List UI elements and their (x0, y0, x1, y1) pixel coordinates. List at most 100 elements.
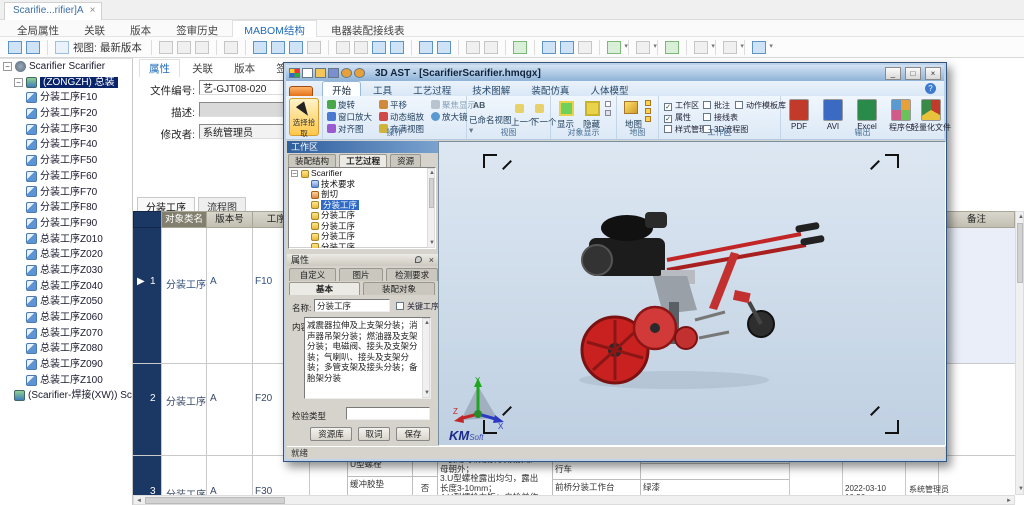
pdf-icon[interactable] (789, 99, 809, 121)
scroll-up-icon[interactable] (1016, 212, 1024, 222)
column-header-version[interactable]: 版本号 (206, 211, 253, 228)
select-pick-button[interactable]: 选择拾取 (289, 98, 319, 136)
folder-sync-icon[interactable] (665, 41, 679, 54)
tab-inspection-req[interactable]: 检测要求 (386, 268, 438, 281)
undo-icon[interactable] (341, 68, 352, 78)
tab-resources[interactable]: 资源 (390, 154, 421, 167)
tab-assembly-objects[interactable]: 装配对象 (363, 282, 435, 295)
tree-item[interactable]: 总装工序Z020 (0, 247, 132, 263)
check-annotations[interactable]: 批注 (703, 100, 730, 111)
key-process-checkbox[interactable]: 关键工序 (396, 301, 439, 312)
globe-menu-icon[interactable] (607, 41, 621, 54)
pin-icon[interactable] (415, 256, 422, 263)
cell-seq[interactable]: F10 (255, 276, 272, 287)
comment-icon[interactable] (484, 41, 498, 54)
tree-vertical-scrollbar[interactable] (427, 168, 435, 248)
tree-item[interactable]: 分装工序F90 (0, 216, 132, 232)
tab-relation[interactable]: 关联 (73, 21, 116, 38)
sync-icon[interactable] (8, 41, 22, 54)
tree-item[interactable]: 分装工序F70 (0, 185, 132, 201)
tab-wiring-table[interactable]: 电器装配接线表 (320, 21, 416, 38)
next-view-button[interactable] (535, 104, 546, 114)
show-all-icon[interactable] (605, 101, 611, 107)
new-doc-icon[interactable] (302, 68, 313, 78)
tree-item[interactable]: 总装工序Z080 (0, 341, 132, 357)
lightweight-file-icon[interactable] (921, 99, 941, 121)
chart-icon[interactable] (419, 41, 433, 54)
pick-word-button[interactable]: 取词 (358, 427, 390, 441)
scroll-down-icon[interactable] (1016, 484, 1024, 494)
redo-icon[interactable] (354, 68, 365, 78)
scroll-left-icon[interactable] (134, 496, 144, 505)
tab-assembly-structure[interactable]: 装配结构 (288, 154, 336, 167)
vertical-scrollbar[interactable] (1015, 211, 1024, 495)
wk-tree-item[interactable]: 分装工序 (289, 221, 435, 232)
help-icon[interactable]: ? (925, 83, 936, 94)
zoom-window-button[interactable]: 窗口放大 (327, 111, 372, 123)
tree-item-welding[interactable]: (Scarifier-焊接(XW)) Scari (0, 388, 132, 404)
tree-item[interactable]: 总装工序Z070 (0, 326, 132, 342)
dynamic-zoom-button[interactable]: 动态缩放 (379, 111, 424, 123)
tree-item[interactable]: 分装工序F40 (0, 137, 132, 153)
tab-process-flow[interactable]: 工艺过程 (339, 154, 387, 167)
duplicate-icon[interactable] (542, 41, 556, 54)
list-icon[interactable] (560, 41, 574, 54)
wk-tree-item[interactable]: 分装工序 (289, 210, 435, 221)
resource-lib-button[interactable]: 资源库 (310, 427, 352, 441)
cell-name[interactable]: 分装工序 (166, 276, 206, 291)
modifier-input[interactable] (199, 124, 285, 139)
layer-off-icon[interactable] (307, 41, 321, 54)
cell-version[interactable]: A (210, 276, 217, 287)
tree-item[interactable]: 总装工序Z060 (0, 310, 132, 326)
3d-viewport[interactable]: Y X Z KMSoft (438, 141, 946, 446)
document-tab[interactable]: Scarifie...rifier]A× (4, 2, 102, 20)
properties-panel-header[interactable]: 属性 × (287, 254, 438, 266)
check-action-template-lib[interactable]: 动作模板库 (735, 100, 786, 111)
collapse-icon[interactable]: − (3, 62, 12, 71)
tree-item[interactable]: 总装工序Z050 (0, 294, 132, 310)
add-node-icon[interactable] (513, 41, 527, 54)
program-package-icon[interactable] (891, 99, 911, 121)
arrow-down-icon[interactable] (390, 41, 404, 54)
arrow-up-icon[interactable] (372, 41, 386, 54)
view-doc-icon[interactable] (55, 41, 69, 54)
tiller-3d-model[interactable] (439, 142, 946, 446)
cell-equipment-1[interactable]: 行车 (552, 461, 641, 480)
tab-mabom-structure[interactable]: MABOM结构 (232, 20, 317, 37)
window-title-bar[interactable]: 3D AST - [ScarifierScarifier.hmqgx] _ □ … (286, 65, 944, 81)
inspection-type-input[interactable] (346, 407, 430, 420)
avi-icon[interactable] (823, 99, 843, 121)
checkin-icon[interactable] (195, 41, 209, 54)
layer-mid-icon[interactable] (271, 41, 285, 54)
move-down-icon[interactable] (354, 41, 368, 54)
tab-sign-history[interactable]: 签审历史 (165, 21, 229, 38)
tree-item[interactable]: 分装工序F30 (0, 122, 132, 138)
tree-item[interactable]: 分装工序F50 (0, 153, 132, 169)
excel-icon[interactable] (857, 99, 877, 121)
close-button[interactable]: × (925, 67, 941, 80)
cell-name[interactable]: 分装工序 (166, 393, 206, 408)
map-cube-icon[interactable] (624, 101, 638, 114)
tree-item[interactable]: 分装工序F10 (0, 90, 132, 106)
tab-versions[interactable]: 版本 (225, 60, 264, 77)
layer-top-icon[interactable] (253, 41, 267, 54)
layer-del-icon[interactable] (289, 41, 303, 54)
tree-item[interactable]: 总装工序Z040 (0, 279, 132, 295)
column-header-note[interactable]: 备注 (938, 211, 1015, 228)
wk-tree-item-selected[interactable]: 分装工序 (289, 200, 435, 211)
tab-properties[interactable]: 属性 (139, 59, 180, 77)
tab-picture[interactable]: 图片 (339, 268, 383, 281)
tab-relations[interactable]: 关联 (183, 60, 222, 77)
content-textarea[interactable]: 减震器拉伸及上支架分装；消声器吊架分装；燃油器及支架分装；电磁阀、接头及支架分装… (304, 317, 431, 399)
panel-close-icon[interactable]: × (429, 254, 434, 266)
content-scrollbar[interactable] (422, 318, 430, 398)
tree-item[interactable]: 总装工序Z030 (0, 263, 132, 279)
check-workspace[interactable]: 工作区 (664, 100, 699, 111)
tree-item[interactable]: 分装工序F60 (0, 169, 132, 185)
horizontal-scrollbar[interactable] (133, 495, 1015, 505)
column-header-name[interactable]: 对象类名称 (161, 211, 207, 228)
tree-item[interactable]: 分装工序F80 (0, 200, 132, 216)
check-properties[interactable]: 属性 (664, 112, 691, 123)
report-icon[interactable] (578, 41, 592, 54)
save-icon[interactable] (328, 68, 339, 78)
